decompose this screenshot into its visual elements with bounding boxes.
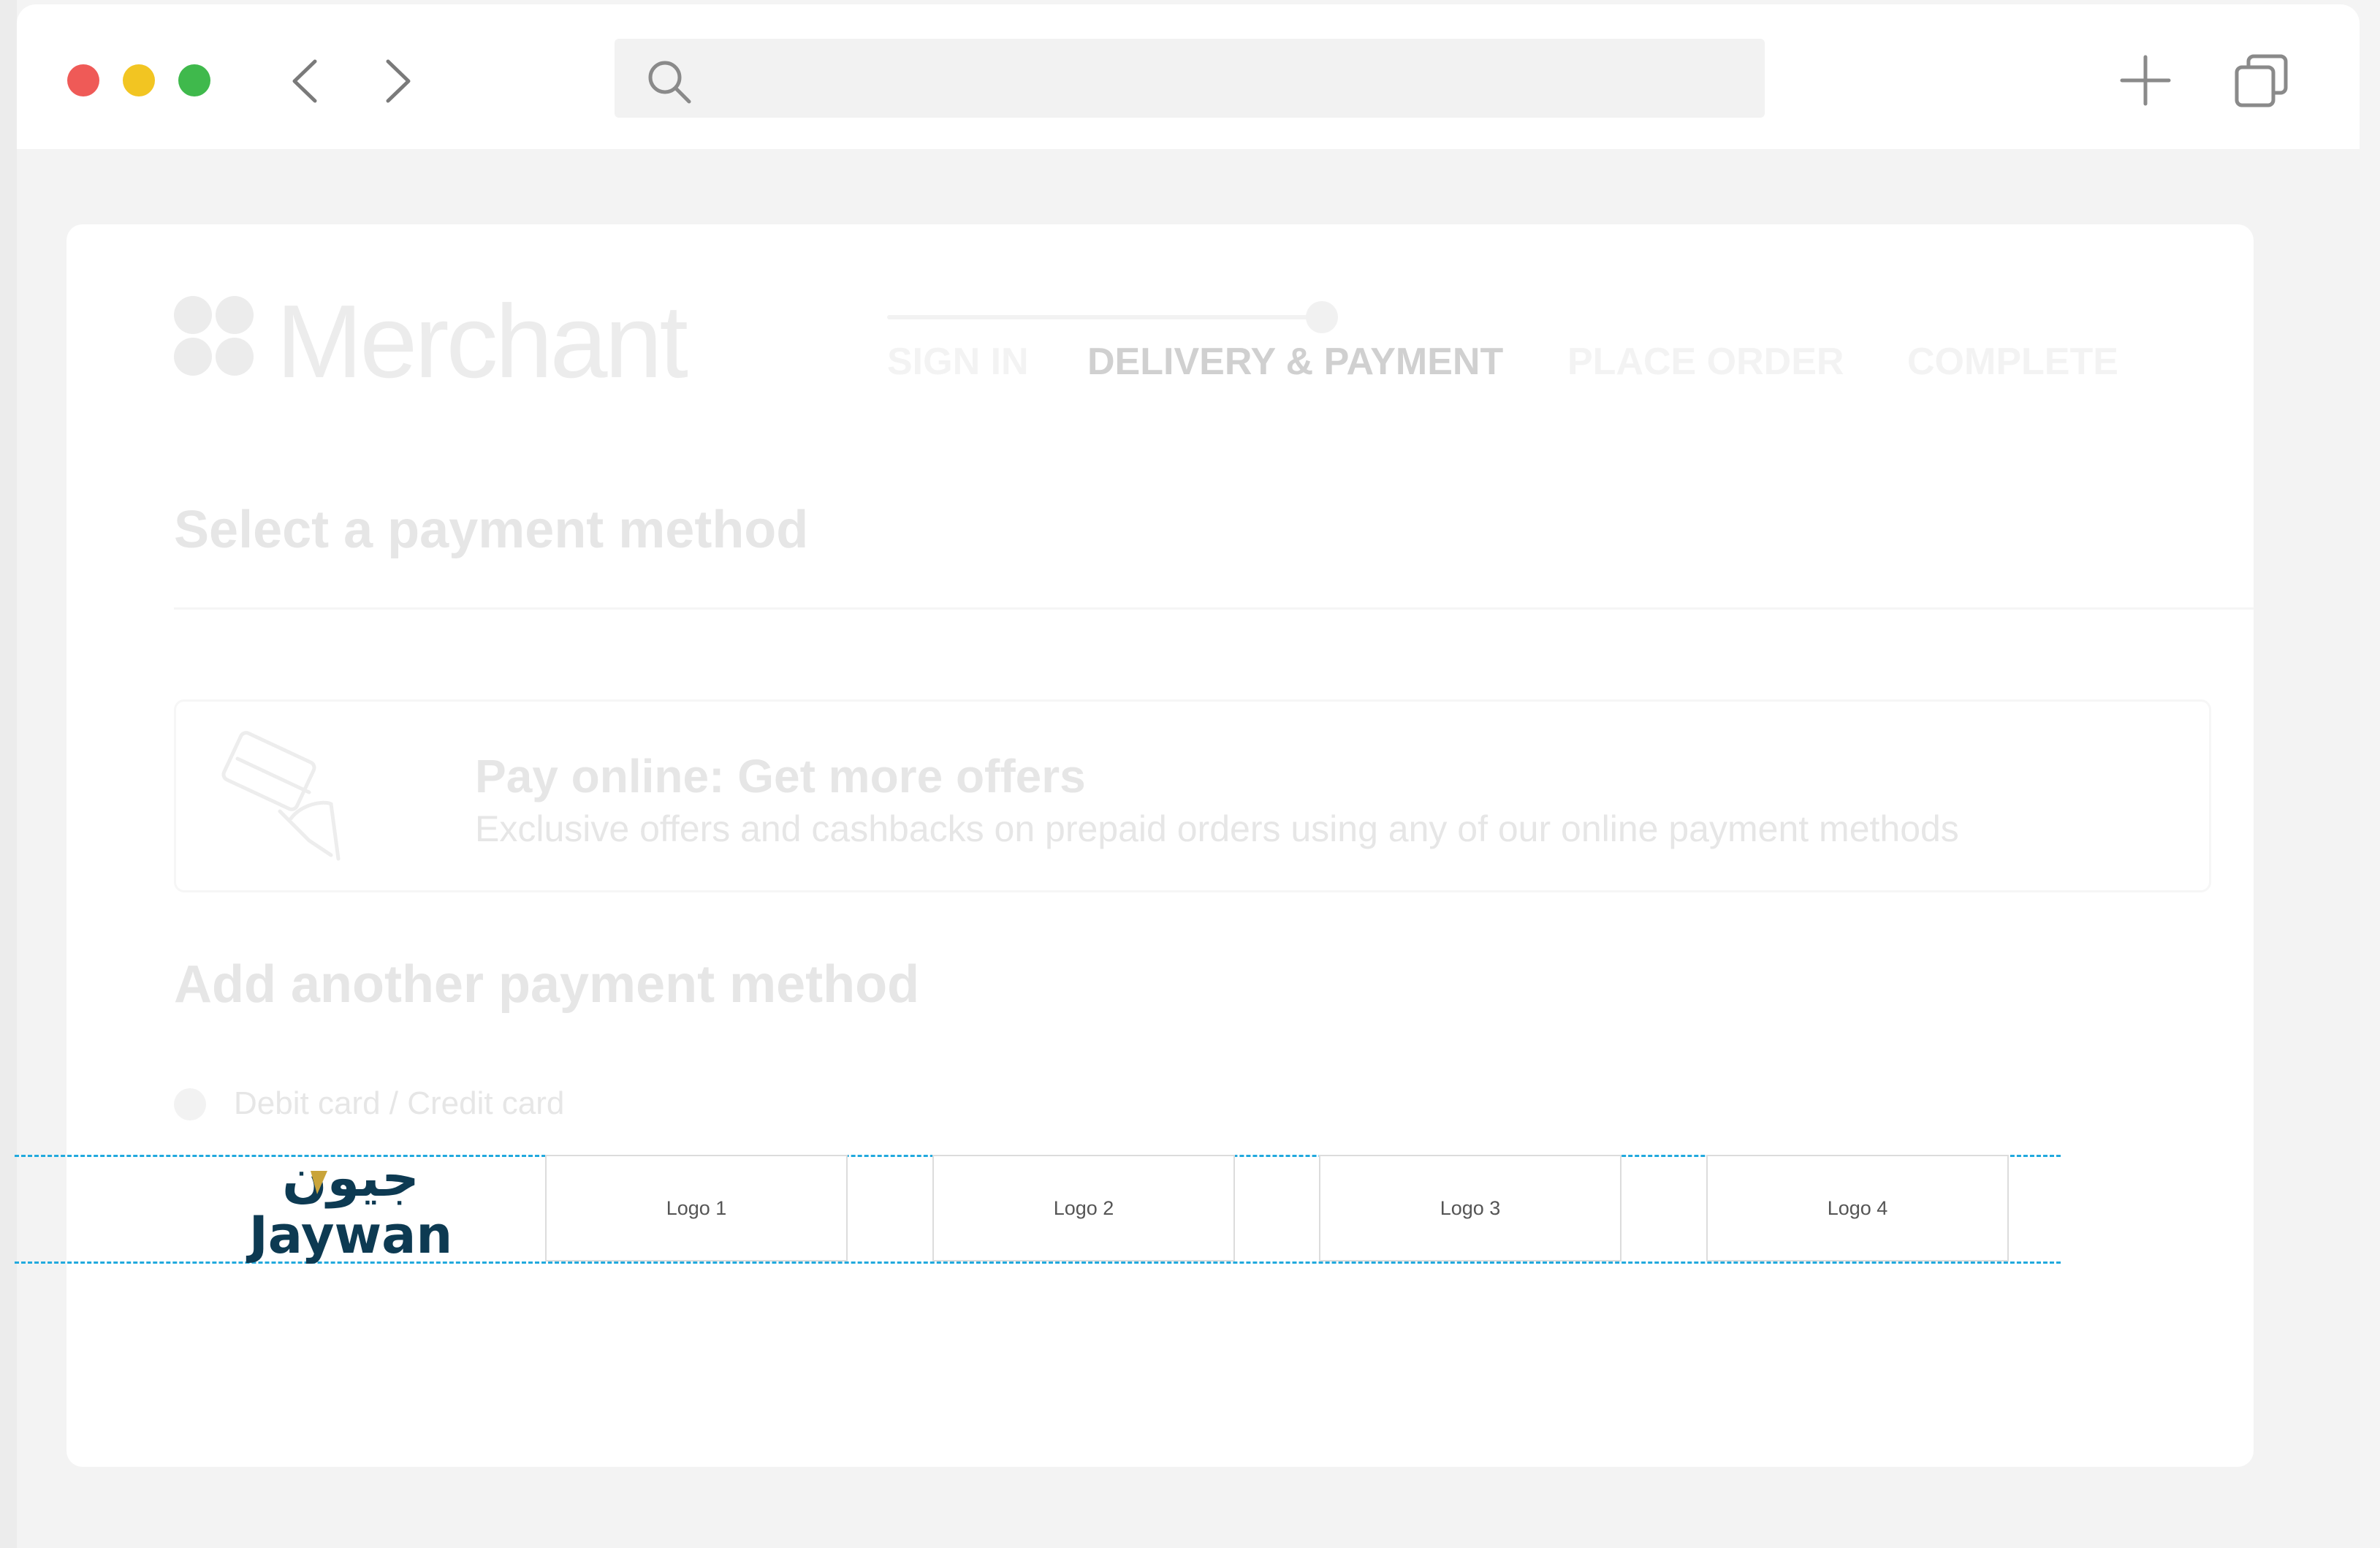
logo-placeholder-2: Logo 2 <box>932 1155 1235 1261</box>
minimize-window-button[interactable] <box>123 64 155 96</box>
add-method-title: Add another payment method <box>174 955 920 1014</box>
logo-placeholder-4: Logo 4 <box>1706 1155 2009 1261</box>
step-complete[interactable]: COMPLETE <box>1907 339 2118 384</box>
logo-placeholder-1: Logo 1 <box>545 1155 848 1261</box>
section-divider <box>174 607 2254 610</box>
logo-placeholder-3: Logo 3 <box>1319 1155 1621 1261</box>
forward-button[interactable] <box>379 57 416 105</box>
section-title: Select a payment method <box>174 501 809 559</box>
tabs-overview-icon[interactable] <box>2234 53 2289 108</box>
browser-toolbar <box>17 4 2360 149</box>
step-sign-in[interactable]: SIGN IN <box>887 339 1029 384</box>
address-bar[interactable] <box>615 39 1765 118</box>
page-backdrop <box>0 0 17 1548</box>
checkout-card: Merchant SIGN IN DELIVERY & PAYMENT PLAC… <box>66 224 2254 1467</box>
search-icon <box>648 61 691 104</box>
back-button[interactable] <box>287 57 324 105</box>
jaywan-arabic-text: جيون <box>282 1150 419 1209</box>
card-in-hand-icon <box>221 731 341 861</box>
offer-subtitle: Exclusive offers and cashbacks on prepai… <box>475 808 1959 849</box>
new-tab-plus-icon[interactable] <box>2118 53 2173 108</box>
offer-title: Pay online: Get more offers <box>475 750 1086 803</box>
online-offer-banner[interactable]: Pay online: Get more offers Exclusive of… <box>174 699 2211 892</box>
step-delivery-payment[interactable]: DELIVERY & PAYMENT <box>1087 339 1503 384</box>
step-place-order[interactable]: PLACE ORDER <box>1567 339 1844 384</box>
jaywan-latin-text: Jaywan <box>246 1205 453 1265</box>
merchant-logo-icon <box>174 296 254 376</box>
chevron-right-icon <box>386 59 411 103</box>
checkout-progress-marker <box>1306 301 1338 333</box>
payment-option-label[interactable]: Debit card / Credit card <box>234 1085 564 1123</box>
chevron-left-icon <box>292 59 317 103</box>
close-window-button[interactable] <box>67 64 99 96</box>
zoom-window-button[interactable] <box>178 64 210 96</box>
jaywan-logo: جيون Jaywan <box>246 1150 453 1265</box>
merchant-brand-name: Merchant <box>276 284 688 400</box>
payment-option-radio[interactable] <box>174 1088 206 1120</box>
checkout-progress-track <box>887 315 1315 319</box>
